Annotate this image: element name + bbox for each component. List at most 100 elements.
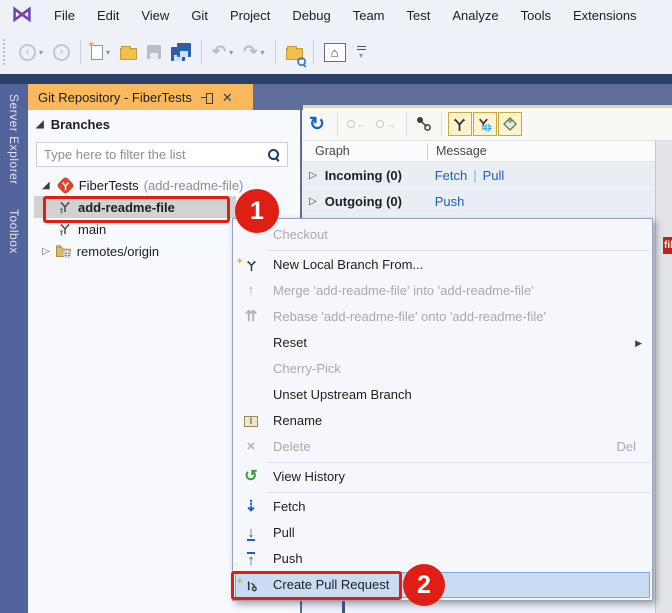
toolbar-grip[interactable]	[3, 39, 8, 65]
visual-studio-window: ⋈ File Edit View Git Project Debug Team …	[0, 0, 672, 613]
outgoing-row[interactable]: ▷ Outgoing (0) Push	[303, 189, 655, 213]
open-folder-icon	[120, 48, 137, 60]
menu-item-reset[interactable]: Reset ▶	[233, 330, 652, 356]
local-branches-toggle[interactable]	[448, 112, 472, 136]
new-branch-icon: ✶	[239, 252, 263, 278]
remote-branches-toggle[interactable]	[473, 112, 497, 136]
column-message[interactable]: Message	[436, 144, 487, 158]
left-tool-tabs: Server Explorer Toolbox	[0, 84, 28, 613]
find-in-files-button[interactable]	[284, 38, 305, 66]
branch-name: main	[78, 222, 106, 237]
menu-item-delete[interactable]: × Delete Del	[233, 434, 652, 460]
refresh-icon[interactable]: ↻	[309, 113, 325, 136]
home-button[interactable]: ⌂	[322, 38, 348, 66]
redo-button[interactable]: ↷▾	[241, 38, 266, 66]
tab-git-repository[interactable]: Git Repository - FiberTests ✕	[28, 84, 253, 110]
menu-edit[interactable]: Edit	[86, 4, 130, 27]
rename-icon: I	[239, 408, 263, 434]
menu-item-unset-upstream[interactable]: Unset Upstream Branch	[233, 382, 652, 408]
merge-icon: ↑	[239, 278, 263, 304]
menu-item-rename[interactable]: I Rename	[233, 408, 652, 434]
menu-item-cherry-pick[interactable]: Cherry-Pick	[233, 356, 652, 382]
sidebar-item-toolbox[interactable]: Toolbox	[7, 209, 21, 254]
expand-arrow-icon[interactable]: ◢	[42, 180, 50, 191]
menu-separator	[267, 462, 650, 463]
branch-icon	[56, 221, 74, 237]
sidebar-item-server-explorer[interactable]: Server Explorer	[7, 94, 21, 185]
collapse-arrow-icon: ◢	[36, 119, 44, 130]
nav-back-button[interactable]: ‹▾	[17, 38, 45, 66]
menu-view[interactable]: View	[130, 4, 180, 27]
home-box-icon: ⌂	[324, 43, 346, 62]
standard-toolbar: ‹▾ › ✶▾ ↶▾ ↷▾ ⌂	[0, 30, 672, 74]
nav-back-icon: ‹	[19, 44, 36, 61]
menu-separator	[267, 492, 650, 493]
expander-icon[interactable]: ▷	[309, 196, 317, 207]
menu-item-rebase[interactable]: ⇈ Rebase 'add-readme-file' onto 'add-rea…	[233, 304, 652, 330]
commit-graph-line	[342, 601, 345, 613]
menu-item-push[interactable]: ↑ Push	[233, 546, 652, 572]
save-button[interactable]	[145, 38, 163, 66]
repo-current-branch: (add-readme-file)	[144, 178, 244, 193]
menu-item-checkout[interactable]: Checkout	[233, 222, 652, 248]
history-forward-button[interactable]: →	[376, 117, 397, 131]
commit-graph-icon[interactable]	[412, 112, 436, 136]
branches-header[interactable]: ◢ Branches	[36, 117, 110, 132]
column-graph[interactable]: Graph	[315, 144, 350, 158]
repository-icon	[57, 179, 75, 192]
menu-item-new-local-branch[interactable]: ✶ New Local Branch From...	[233, 252, 652, 278]
repo-name: FiberTests	[79, 178, 139, 193]
undo-button[interactable]: ↶▾	[210, 38, 235, 66]
open-folder-button[interactable]	[118, 38, 139, 66]
branch-context-menu: Checkout ✶ New Local Branch From... ↑ Me…	[232, 218, 653, 601]
window-band	[0, 74, 672, 84]
pull-link[interactable]: Pull	[483, 168, 505, 183]
expander-icon[interactable]: ▷	[309, 170, 317, 181]
rebase-icon: ⇈	[239, 304, 263, 330]
menu-debug[interactable]: Debug	[281, 4, 341, 27]
tags-toggle[interactable]	[498, 112, 522, 136]
menu-item-pull[interactable]: ↓ Pull	[233, 520, 652, 546]
menu-test[interactable]: Test	[396, 4, 442, 27]
delete-icon: ×	[239, 434, 263, 460]
menu-file[interactable]: File	[43, 4, 86, 27]
annotation-circle-step1: 1	[235, 189, 279, 233]
branch-filter-box	[36, 142, 288, 167]
save-all-button[interactable]	[169, 38, 193, 66]
menu-analyze[interactable]: Analyze	[441, 4, 509, 27]
save-all-icon	[171, 43, 191, 61]
menu-separator	[267, 250, 650, 251]
close-icon[interactable]: ✕	[222, 91, 233, 104]
redo-icon: ↷	[243, 42, 257, 62]
menu-tools[interactable]: Tools	[510, 4, 562, 27]
branches-header-label: Branches	[51, 117, 110, 132]
fetch-link[interactable]: Fetch	[435, 168, 468, 183]
vertical-scrollbar[interactable]	[655, 141, 672, 613]
incoming-row[interactable]: ▷ Incoming (0) Fetch | Pull	[303, 163, 655, 187]
toolbar-overflow-button[interactable]: ▾	[357, 45, 366, 60]
collapsed-arrow-icon[interactable]: ▷	[42, 246, 50, 257]
menu-team[interactable]: Team	[342, 4, 396, 27]
tab-title: Git Repository - FiberTests	[38, 90, 192, 105]
history-toolbar: ↻ ← →	[303, 108, 672, 141]
nav-forward-button[interactable]: ›	[51, 38, 72, 66]
menu-project[interactable]: Project	[219, 4, 281, 27]
menu-item-merge[interactable]: ↑ Merge 'add-readme-file' into 'add-read…	[233, 278, 652, 304]
search-icon[interactable]	[268, 149, 280, 161]
fetch-icon: ⇣	[239, 494, 263, 520]
column-divider[interactable]	[427, 143, 428, 160]
annotation-circle-step2: 2	[403, 564, 445, 606]
menu-git[interactable]: Git	[180, 4, 219, 27]
history-icon: ↺	[239, 464, 263, 490]
menu-extensions[interactable]: Extensions	[562, 4, 648, 27]
history-back-button[interactable]: ←	[347, 117, 368, 131]
new-project-icon: ✶	[91, 45, 103, 60]
new-project-button[interactable]: ✶▾	[89, 38, 112, 66]
menu-item-fetch[interactable]: ⇣ Fetch	[233, 494, 652, 520]
menu-item-view-history[interactable]: ↺ View History	[233, 464, 652, 490]
branch-filter-input[interactable]	[44, 147, 268, 162]
push-link[interactable]: Push	[435, 194, 465, 209]
remotes-folder-icon	[55, 243, 73, 259]
pin-icon[interactable]	[201, 92, 214, 103]
annotation-box-step2	[231, 571, 402, 600]
